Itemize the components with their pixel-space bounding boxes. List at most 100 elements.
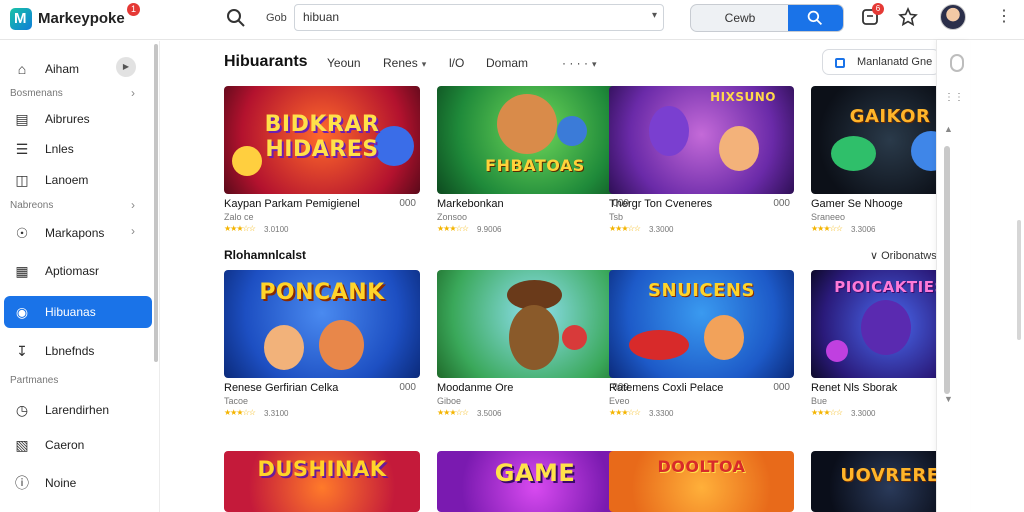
grip-icon[interactable]: ⋮⋮ (944, 92, 964, 103)
section-title: Rlohamnlcalst (224, 248, 307, 262)
rating-value: 9.9006 (477, 225, 502, 234)
search-field[interactable]: ▾ (294, 4, 664, 31)
search-scope-button[interactable]: Cewb (691, 5, 789, 31)
game-art-title: HIXSUNO (710, 90, 776, 104)
game-count: 000 (773, 382, 790, 393)
sidebar-section-label: Partmanes (10, 375, 59, 386)
rating-stars: ★★★☆☆ (609, 408, 641, 417)
game-name: Thergr Ton Cveneres (609, 198, 713, 210)
globe-icon: ◉ (15, 304, 29, 320)
scroll-down-icon[interactable]: ▼ (944, 394, 953, 404)
game-thumbnail[interactable]: HIXSUNO (609, 86, 794, 194)
sidebar-item-apps[interactable]: ▦ Aptiomasr (4, 255, 152, 287)
sort-button[interactable]: Manlanatd Gne (822, 49, 940, 75)
chevron-right-icon[interactable]: › (131, 86, 135, 100)
filter-label: Renes (383, 56, 418, 70)
scroll-up-icon[interactable]: ▲ (944, 124, 953, 134)
game-art-title: SNUICENS (648, 280, 755, 301)
apps-icon: ▦ (15, 263, 29, 279)
columns-icon: ◫ (15, 172, 29, 188)
more-options-icon[interactable]: ⋮ (996, 7, 1012, 27)
app-logo-icon[interactable] (10, 8, 32, 30)
sidebar-scrollbar[interactable] (154, 44, 158, 362)
sidebar-item-library[interactable]: ▤ Aibrures (4, 103, 152, 135)
chevron-down-icon: ∨ (870, 250, 882, 262)
section-link[interactable]: ∨ Oribonatws (870, 249, 937, 262)
sidebar-section-label: Nabreons (10, 200, 54, 211)
home-icon: ⌂ (17, 61, 27, 77)
game-name: Renese Gerfirian Celka (224, 382, 339, 394)
game-subtitle: Eveo (609, 396, 630, 406)
game-thumbnail[interactable]: BIDKRAR HIDARES (224, 86, 420, 194)
game-thumbnail[interactable]: DOOLTOA (609, 451, 794, 512)
app-brand[interactable]: Markeypoke (38, 10, 125, 27)
sidebar-item-active[interactable]: ◉ Hibuanas (4, 296, 152, 328)
game-subtitle: Giboe (437, 396, 462, 406)
game-name: Kaypan Parkam Pemigienel (224, 198, 360, 210)
search-icon (807, 10, 823, 26)
filter-dropdown[interactable]: · · · · ▾ (562, 56, 597, 70)
library-icon: ▤ (15, 111, 29, 127)
filter-dropdown[interactable]: Renes ▾ (383, 56, 426, 70)
rating-value: 3.3000 (851, 409, 876, 418)
refresh-icon[interactable] (950, 54, 964, 72)
sidebar-item-cards[interactable]: ▧ Caeron (4, 429, 152, 461)
sidebar-item-marketplace[interactable]: ☉ Markapons (4, 217, 152, 249)
sidebar-item-downloads[interactable]: ↧ Lbnefnds (4, 335, 152, 367)
search-scope[interactable]: Gob (266, 12, 287, 24)
search-icon[interactable] (226, 8, 246, 28)
game-subtitle: Sraneeo (811, 212, 846, 222)
game-thumbnail[interactable] (437, 270, 633, 378)
user-avatar[interactable] (940, 4, 966, 30)
sidebar-item-label: Lanoem (45, 173, 89, 187)
sidebar-item-label: Lbnefnds (45, 344, 95, 358)
chevron-down-icon: ▾ (592, 59, 597, 69)
chevron-right-icon[interactable]: › (131, 198, 135, 212)
game-thumbnail[interactable]: GAME (437, 451, 633, 512)
page-title: Hibuarants (224, 53, 308, 70)
sidebar-item-label: Caeron (45, 438, 85, 452)
compass-icon: ☉ (15, 225, 29, 241)
sidebar-section-label: Bosmenans (10, 88, 63, 99)
search-button[interactable] (788, 5, 843, 31)
chevron-down-icon: ▾ (421, 59, 427, 69)
game-art-title: PONCANK (259, 280, 385, 305)
sidebar-item-info[interactable]: ⓘ Noine (4, 467, 152, 499)
panel-scrollbar[interactable] (944, 146, 950, 394)
rating-stars: ★★★☆☆ (609, 224, 641, 233)
page-scrollbar[interactable] (1017, 220, 1021, 340)
chevron-down-icon[interactable]: ▾ (652, 10, 657, 21)
filter-label: · · · · (562, 56, 588, 70)
chevron-right-icon[interactable]: › (131, 224, 135, 238)
sidebar-item-label: Hibuanas (45, 305, 96, 319)
card-icon: ▧ (15, 437, 29, 453)
filter-tab[interactable]: Yeoun (327, 56, 361, 70)
game-name: Renet Nls Sborak (811, 382, 898, 394)
rating-value: 3.0100 (264, 225, 289, 234)
favorites-icon[interactable] (898, 7, 918, 27)
rating-value: 3.3000 (649, 225, 674, 234)
game-name: Ratemens Coxli Pelace (609, 382, 724, 394)
search-button-group: Cewb (690, 4, 844, 32)
rating-stars: ★★★☆☆ (811, 408, 843, 417)
sort-icon (835, 58, 845, 68)
game-thumbnail[interactable]: DUSHINAK (224, 451, 420, 512)
play-icon[interactable]: ▶ (116, 57, 136, 77)
clock-icon: ◷ (15, 402, 29, 418)
game-thumbnail[interactable]: SNUICENS (609, 270, 794, 378)
sidebar-item-history[interactable]: ◷ Larendirhen (4, 394, 152, 426)
filter-tab[interactable]: Domam (486, 56, 528, 70)
brand-badge: 1 (127, 3, 140, 16)
game-subtitle: Zalo ce (224, 212, 254, 222)
search-input[interactable] (303, 10, 633, 24)
filter-tab[interactable]: l/O (449, 56, 464, 70)
sidebar-item-label: Aibrures (45, 112, 90, 126)
sidebar-item-label: Noine (45, 476, 77, 490)
list-icon: ☰ (15, 141, 29, 157)
game-subtitle: Zonsoo (437, 212, 468, 222)
section-link-label: Oribonatws (881, 250, 937, 262)
game-thumbnail[interactable]: PONCANK (224, 270, 420, 378)
sidebar-item-columns[interactable]: ◫ Lanoem (4, 164, 152, 196)
game-thumbnail[interactable]: FHBATOAS (437, 86, 633, 194)
sidebar-item-list[interactable]: ☰ Lnles (4, 133, 152, 165)
